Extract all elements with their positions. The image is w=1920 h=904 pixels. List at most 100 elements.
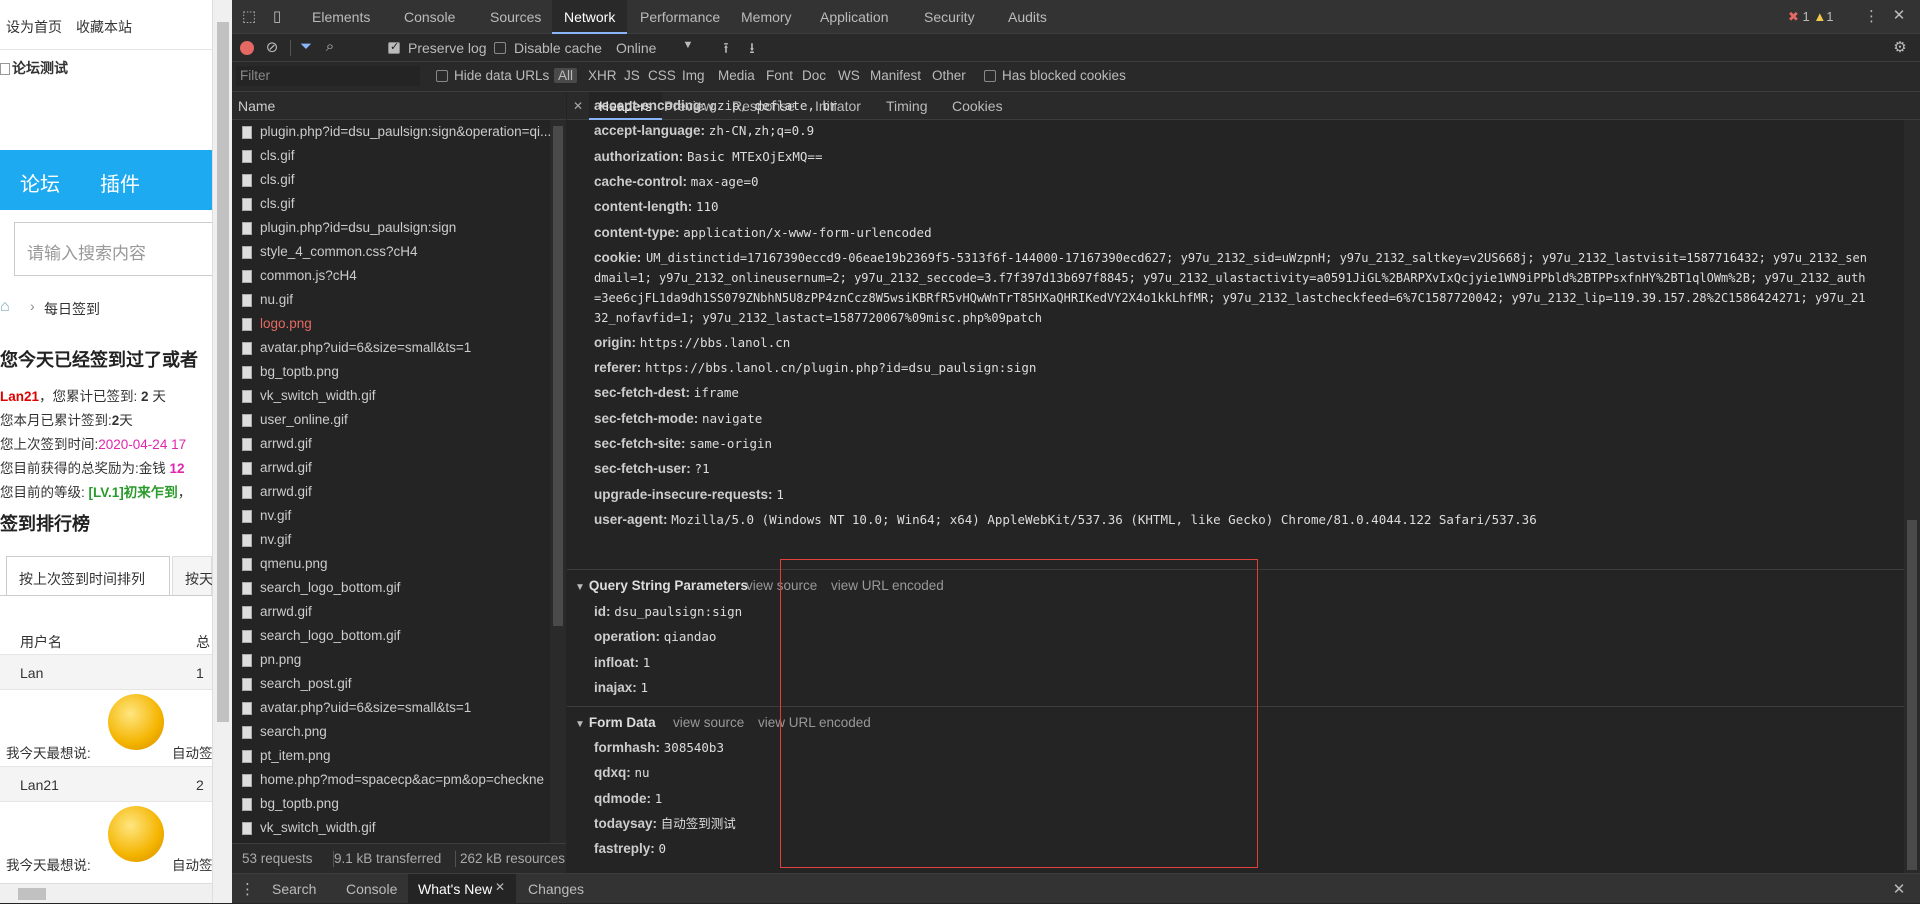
request-row[interactable]: common.js?cH4 bbox=[232, 264, 550, 288]
rank-tab-days[interactable]: 按天 bbox=[172, 556, 213, 596]
search-icon[interactable]: ⌕ bbox=[322, 38, 338, 55]
tab-security[interactable]: Security bbox=[912, 0, 987, 34]
detail-scrollbar[interactable] bbox=[1904, 120, 1920, 873]
type-xhr[interactable]: XHR bbox=[588, 68, 617, 83]
request-row[interactable]: avatar.php?uid=6&size=small&ts=1 bbox=[232, 696, 550, 720]
form-view-encoded-link[interactable]: view URL encoded bbox=[758, 715, 871, 730]
breadcrumb-current[interactable]: 每日签到 bbox=[44, 299, 100, 319]
request-row[interactable]: bg_toptb.png bbox=[232, 792, 550, 816]
request-row[interactable]: logo.png bbox=[232, 312, 550, 336]
inspect-icon[interactable]: ⬚ bbox=[240, 7, 258, 25]
tab-application[interactable]: Application bbox=[808, 0, 901, 34]
request-row[interactable]: vk_switch_width.gif bbox=[232, 384, 550, 408]
filter-input[interactable]: Filter bbox=[236, 66, 420, 86]
type-manifest[interactable]: Manifest bbox=[870, 68, 921, 83]
settings-gear-icon[interactable]: ⚙ bbox=[1892, 38, 1908, 56]
request-row[interactable]: style_4_common.css?cH4 bbox=[232, 240, 550, 264]
hide-data-urls-label[interactable]: Hide data URLs bbox=[454, 68, 549, 83]
type-css[interactable]: CSS bbox=[648, 68, 676, 83]
request-row[interactable]: avatar.php?uid=6&size=small&ts=1 bbox=[232, 336, 550, 360]
drawer-tab-search[interactable]: Search bbox=[262, 874, 326, 904]
type-img[interactable]: Img bbox=[682, 68, 705, 83]
throttle-select[interactable]: Online bbox=[616, 34, 656, 62]
close-devtools-icon[interactable]: ✕ bbox=[1892, 6, 1906, 24]
type-other[interactable]: Other bbox=[932, 68, 966, 83]
clear-icon[interactable]: ⊘ bbox=[264, 38, 280, 56]
home-icon[interactable]: ⌂ bbox=[0, 298, 10, 316]
name-column-header[interactable]: Name bbox=[232, 92, 566, 120]
export-har-icon[interactable]: ⭳ bbox=[744, 38, 760, 63]
tab-audits[interactable]: Audits bbox=[996, 0, 1059, 34]
drawer-tab-console[interactable]: Console bbox=[336, 874, 407, 904]
request-row[interactable]: qmenu.png bbox=[232, 552, 550, 576]
detail-tab-cookies[interactable]: Cookies bbox=[942, 92, 1013, 120]
type-js[interactable]: JS bbox=[624, 68, 640, 83]
close-detail-icon[interactable]: ✕ bbox=[573, 92, 587, 120]
tab-network[interactable]: Network bbox=[552, 0, 628, 34]
request-row[interactable]: nv.gif bbox=[232, 528, 550, 552]
request-row[interactable]: search_post.gif bbox=[232, 672, 550, 696]
type-ws[interactable]: WS bbox=[838, 68, 860, 83]
record-icon[interactable] bbox=[240, 41, 254, 55]
scroll-thumb[interactable] bbox=[18, 888, 46, 900]
chevron-down-icon[interactable]: ▼ bbox=[682, 39, 694, 51]
site-logo[interactable]: 论坛测试 bbox=[0, 58, 68, 78]
error-count[interactable]: ✖ 1 ▲1 bbox=[1788, 3, 1834, 31]
scroll-thumb[interactable] bbox=[217, 22, 229, 722]
form-section-toggle[interactable]: ▼ Form Data bbox=[575, 715, 656, 730]
disable-cache-checkbox[interactable] bbox=[494, 42, 506, 54]
preserve-log-checkbox[interactable] bbox=[388, 40, 400, 54]
request-row[interactable]: arrwd.gif bbox=[232, 480, 550, 504]
query-view-source-link[interactable]: view source bbox=[746, 578, 817, 593]
request-row[interactable]: arrwd.gif bbox=[232, 456, 550, 480]
form-view-source-link[interactable]: view source bbox=[673, 715, 744, 730]
close-drawer-icon[interactable]: ✕ bbox=[1892, 880, 1906, 898]
request-row[interactable]: arrwd.gif bbox=[232, 432, 550, 456]
tab-performance[interactable]: Performance bbox=[628, 0, 732, 34]
more-options-icon[interactable]: ⋮ bbox=[1864, 7, 1879, 25]
rank-tab-last-time[interactable]: 按上次签到时间排列 bbox=[6, 556, 170, 596]
disable-cache-label[interactable]: Disable cache bbox=[514, 34, 602, 62]
request-row[interactable]: pn.png bbox=[232, 648, 550, 672]
request-row[interactable]: cls.gif bbox=[232, 192, 550, 216]
request-row[interactable]: search_logo_bottom.gif bbox=[232, 624, 550, 648]
nav-forum[interactable]: 论坛 bbox=[20, 168, 60, 197]
request-row[interactable]: cls.gif bbox=[232, 144, 550, 168]
close-tab-icon[interactable]: ✕ bbox=[494, 880, 506, 894]
tab-memory[interactable]: Memory bbox=[729, 0, 804, 34]
detail-tab-timing[interactable]: Timing bbox=[876, 92, 938, 120]
preserve-log-label[interactable]: Preserve log bbox=[408, 34, 487, 62]
scroll-thumb[interactable] bbox=[1907, 520, 1917, 870]
request-row[interactable]: vk_switch_width.gif bbox=[232, 816, 550, 840]
request-row[interactable]: nu.gif bbox=[232, 288, 550, 312]
request-row[interactable]: user_online.gif bbox=[232, 408, 550, 432]
type-all[interactable]: All bbox=[554, 68, 578, 83]
hide-data-urls-checkbox[interactable] bbox=[436, 70, 448, 82]
type-doc[interactable]: Doc bbox=[802, 68, 826, 83]
request-row[interactable]: arrwd.gif bbox=[232, 600, 550, 624]
blocked-cookies-label[interactable]: Has blocked cookies bbox=[1002, 68, 1126, 83]
request-row[interactable]: search_logo_bottom.gif bbox=[232, 576, 550, 600]
page-vertical-scrollbar[interactable] bbox=[212, 0, 232, 903]
type-media[interactable]: Media bbox=[718, 68, 755, 83]
request-row[interactable]: plugin.php?id=dsu_paulsign:sign&operatio… bbox=[232, 120, 550, 144]
tab-sources[interactable]: Sources bbox=[478, 0, 553, 34]
drawer-tab-changes[interactable]: Changes bbox=[518, 874, 594, 904]
request-row[interactable]: bg_toptb.png bbox=[232, 360, 550, 384]
query-view-encoded-link[interactable]: view URL encoded bbox=[831, 578, 944, 593]
search-box[interactable]: 请输入搜索内容 bbox=[14, 222, 214, 276]
query-section-toggle[interactable]: ▼ Query String Parameters bbox=[575, 578, 748, 593]
nav-plugin[interactable]: 插件 bbox=[100, 168, 140, 197]
blocked-cookies-checkbox[interactable] bbox=[984, 70, 996, 82]
request-row[interactable]: plugin.php?id=dsu_paulsign:sign bbox=[232, 216, 550, 240]
request-row[interactable]: home.php?mod=spacecp&ac=pm&op=checkne bbox=[232, 768, 550, 792]
filter-icon[interactable]: ⏷ bbox=[298, 38, 314, 55]
request-row[interactable]: search.png bbox=[232, 720, 550, 744]
import-har-icon[interactable]: ⭱ bbox=[718, 38, 734, 63]
list-scrollbar[interactable] bbox=[550, 120, 566, 843]
tab-elements[interactable]: Elements bbox=[300, 0, 382, 34]
request-row[interactable]: cls.gif bbox=[232, 168, 550, 192]
type-font[interactable]: Font bbox=[766, 68, 793, 83]
request-row[interactable]: nv.gif bbox=[232, 504, 550, 528]
drawer-menu-icon[interactable]: ⋮ bbox=[240, 880, 255, 898]
